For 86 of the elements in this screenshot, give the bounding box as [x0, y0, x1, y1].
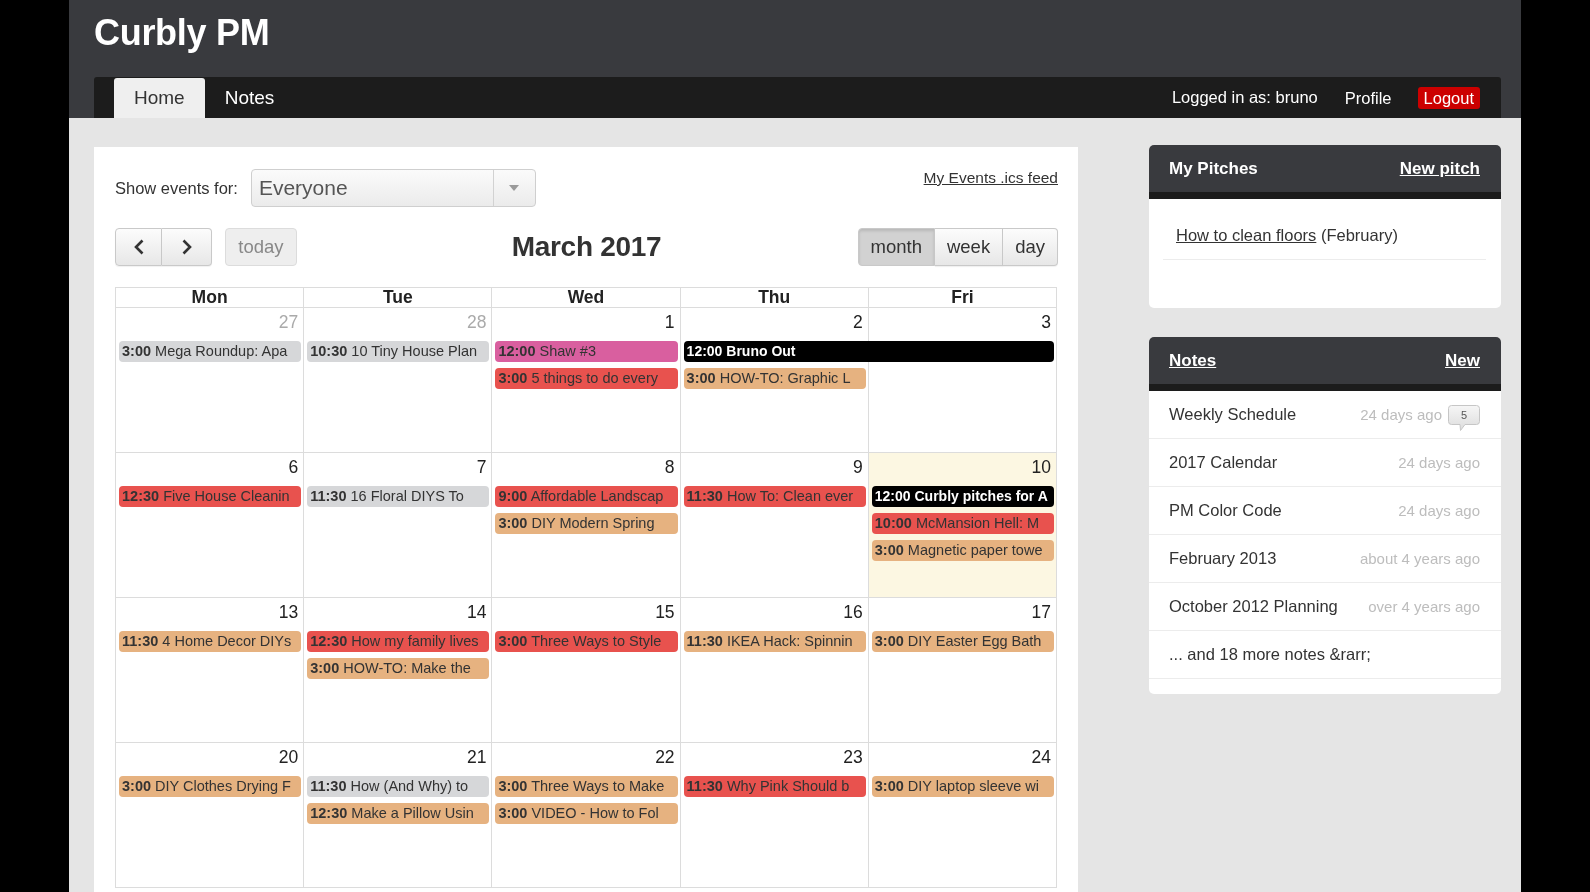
note-time: 24 days ago [1360, 406, 1442, 423]
calendar-event[interactable]: 3:00 HOW-TO: Graphic L [683, 368, 866, 389]
prev-button[interactable] [115, 228, 162, 266]
weekday-header: Mon [116, 288, 305, 308]
note-time: about 4 years ago [1359, 550, 1480, 567]
date-number: 24 [1031, 746, 1051, 768]
date-number: 14 [466, 601, 487, 623]
calendar-event[interactable]: 11:30 Why Pink Should b [683, 776, 866, 797]
calendar-event[interactable]: 11:30 16 Floral DIYS To [307, 486, 490, 507]
date-number: 7 [476, 456, 487, 478]
calendar-event[interactable]: 3:00 Magnetic paper towe [871, 540, 1054, 561]
note-time: over 4 years ago [1368, 598, 1480, 615]
filter-dropdown[interactable]: Everyone [250, 169, 536, 207]
weekday-header: Thu [680, 288, 869, 308]
date-number: 17 [1031, 601, 1051, 623]
note-title[interactable]: PM Color Code [1169, 501, 1282, 520]
calendar-event[interactable]: 3:00 DIY Modern Spring [495, 513, 678, 534]
chevron-left-icon [133, 239, 144, 255]
date-number: 13 [278, 601, 299, 623]
calendar-event[interactable]: 12:30 How my family lives [307, 631, 490, 652]
calendar-event[interactable]: 11:30 How To: Clean ever [683, 486, 866, 507]
date-number: 2 [853, 311, 863, 333]
calendar-event[interactable]: 3:00 DIY Clothes Drying F [119, 776, 302, 797]
date-number: 28 [466, 311, 487, 333]
new-pitch-link[interactable]: New pitch [1399, 158, 1480, 179]
nav-tab[interactable]: Notes [204, 77, 295, 118]
note-title[interactable]: February 2013 [1169, 549, 1277, 568]
new-note-link[interactable]: New [1445, 350, 1480, 371]
date-number: 15 [655, 601, 675, 623]
comment-count: 5 [1448, 404, 1480, 431]
calendar-title: March 2017 [511, 231, 662, 263]
date-number: 10 [1031, 456, 1051, 478]
view-button[interactable]: month [857, 228, 935, 266]
calendar-event[interactable]: 11:30 How (And Why) to [307, 776, 490, 797]
calendar-event[interactable]: 3:00 Three Ways to Style [495, 631, 678, 652]
calendar-event[interactable]: 10:00 McMansion Hell: M [871, 513, 1054, 534]
logout-button[interactable]: Logout [1417, 86, 1480, 109]
date-number: 6 [288, 456, 299, 478]
calendar-event[interactable]: 12:00 Shaw #3 [495, 341, 678, 362]
nav-tab[interactable]: Home [114, 78, 205, 118]
pitch-link[interactable]: How to clean floors [1176, 226, 1317, 244]
calendar-event[interactable]: 11:30 4 Home Decor DIYs [119, 631, 302, 652]
user-label: Logged in as: bruno [1171, 88, 1318, 107]
date-number: 8 [664, 456, 675, 478]
date-number: 9 [853, 456, 863, 478]
calendar-event[interactable]: 10:30 10 Tiny House Plan [307, 341, 490, 362]
calendar-event[interactable]: 3:00 HOW-TO: Make the [307, 658, 490, 679]
filter-label: Show events for: [115, 178, 238, 198]
date-number: 27 [278, 311, 299, 333]
weekday-header: Wed [492, 288, 681, 308]
view-button[interactable]: day [1003, 228, 1058, 266]
calendar-event[interactable]: 9:00 Affordable Landscap [495, 486, 678, 507]
weekday-header: Tue [304, 288, 493, 308]
feed-link[interactable]: My Events .ics feed [923, 169, 1058, 187]
note-time: 24 days ago [1398, 502, 1480, 519]
calendar-event[interactable]: 3:00 VIDEO - How to Fol [495, 803, 678, 824]
calendar-event[interactable]: 3:00 Mega Roundup: Apa [119, 341, 302, 362]
note-time: 24 days ago [1398, 454, 1480, 471]
calendar-event[interactable]: 12:30 Make a Pillow Usin [307, 803, 490, 824]
date-number: 21 [466, 746, 487, 768]
calendar-event[interactable]: 11:30 IKEA Hack: Spinnin [683, 631, 866, 652]
calendar-event[interactable]: 12:00 Bruno Out [683, 341, 1054, 362]
calendar-event[interactable]: 12:00 Curbly pitches for A [871, 486, 1054, 507]
view-button[interactable]: week [934, 228, 1004, 266]
chevron-right-icon [181, 239, 192, 255]
note-title[interactable]: October 2012 Planning [1169, 597, 1338, 616]
weekday-header: Fri [868, 288, 1057, 308]
caret-icon [509, 185, 520, 191]
calendar-event[interactable]: 3:00 5 things to do every [495, 368, 678, 389]
date-number: 16 [843, 601, 863, 623]
date-number: 20 [278, 746, 299, 768]
note-title[interactable]: 2017 Calendar [1169, 453, 1278, 472]
date-number: 22 [655, 746, 675, 768]
calendar-event[interactable]: 3:00 DIY laptop sleeve wi [871, 776, 1054, 797]
app-title: Curbly PM [94, 11, 271, 55]
calendar-event[interactable]: 3:00 Three Ways to Make [495, 776, 678, 797]
date-number: 1 [664, 311, 675, 333]
date-number: 3 [1041, 311, 1051, 333]
calendar-event[interactable]: 3:00 DIY Easter Egg Bath [871, 631, 1054, 652]
card-title: My Pitches [1169, 158, 1258, 179]
nav-link[interactable]: Profile [1344, 87, 1392, 108]
pitch-month: (February) [1320, 226, 1398, 244]
note-title[interactable]: Weekly Schedule [1169, 405, 1297, 424]
more-notes-link[interactable]: ... and 18 more notes &rarr; [1169, 645, 1371, 664]
date-number: 23 [843, 746, 863, 768]
notes-link[interactable]: Notes [1169, 350, 1217, 371]
